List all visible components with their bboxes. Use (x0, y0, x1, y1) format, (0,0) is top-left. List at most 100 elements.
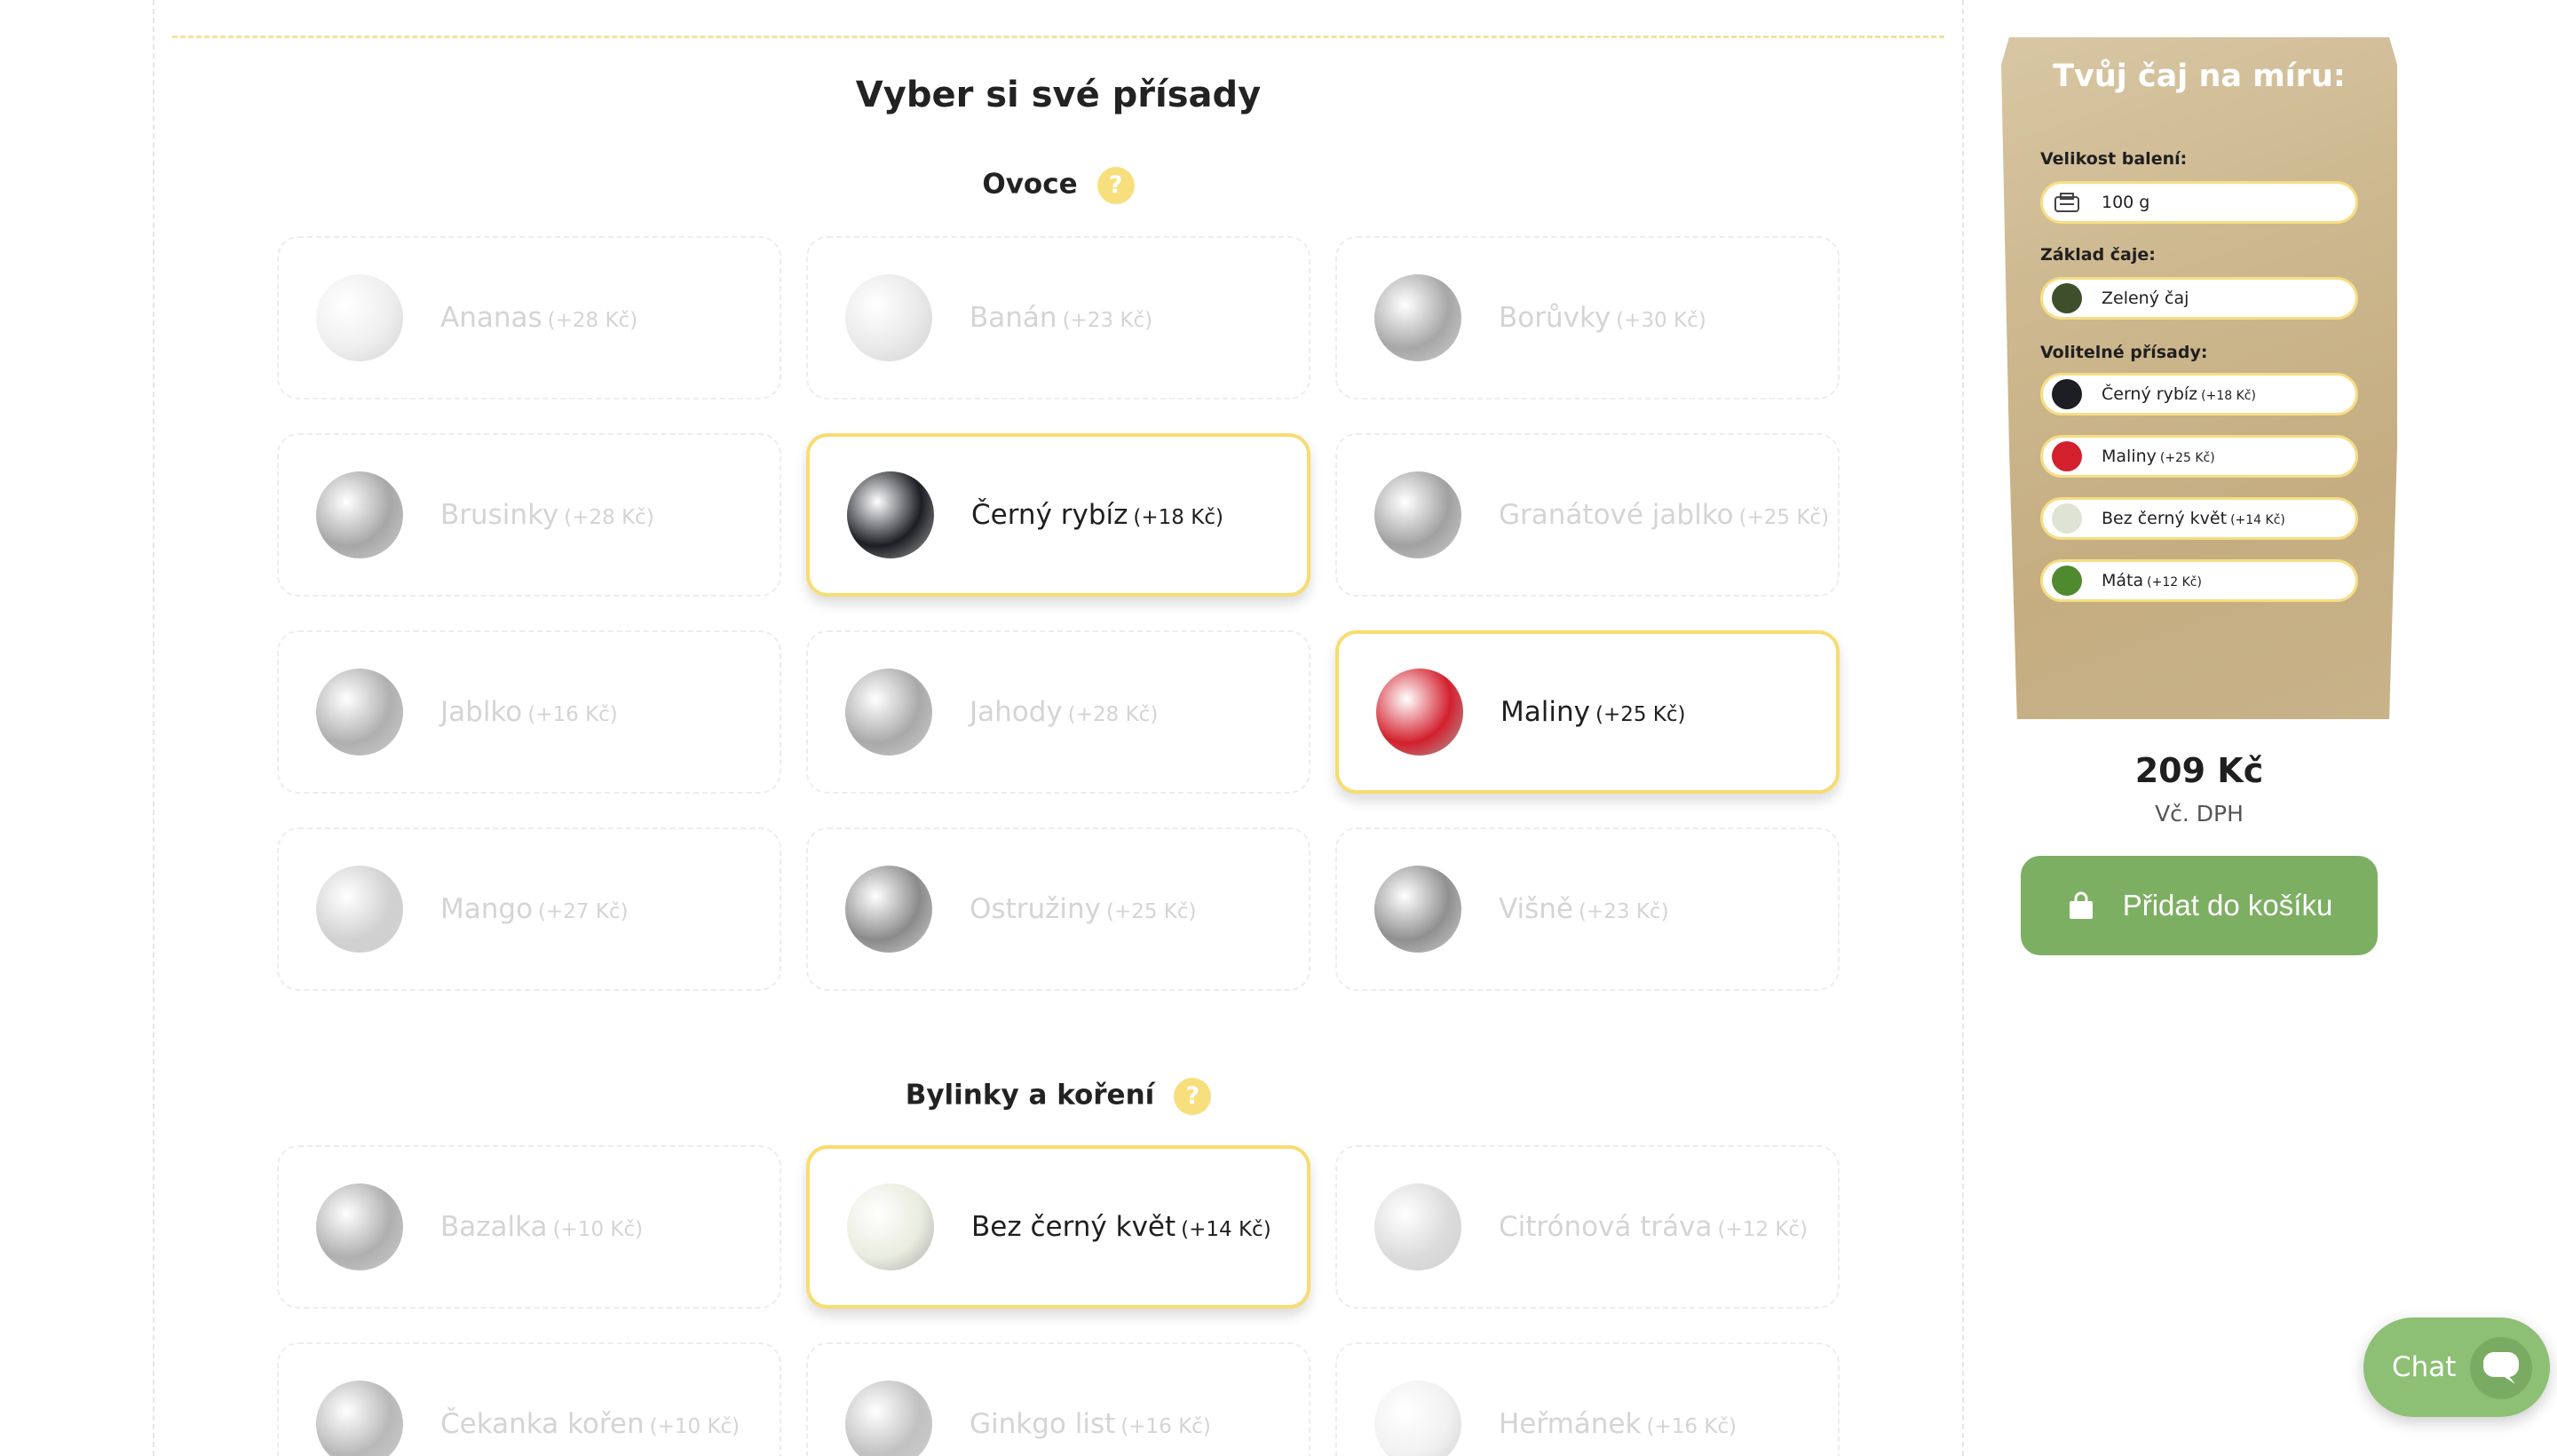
ingredient-price: (+28 Kč) (547, 309, 638, 332)
add-to-cart-label: Přidat do košíku (2122, 889, 2333, 922)
section-title: Vyber si své přísady (855, 75, 1262, 115)
ingredient-card-banan[interactable]: Banán (+23 Kč) (806, 236, 1310, 400)
extra-pill-maliny: Maliny (+25 Kč) (2040, 435, 2358, 478)
ingredient-label: Černý rybíz (+18 Kč) (971, 499, 1223, 531)
ingredient-card-ananas[interactable]: Ananas (+28 Kč) (277, 236, 781, 400)
ingredient-price: (+23 Kč) (1579, 900, 1669, 923)
ingredient-label: Heřmánek (+16 Kč) (1499, 1408, 1737, 1440)
cerny-rybiz-icon (847, 471, 934, 558)
ingredient-card-cerny-rybiz[interactable]: Černý rybíz (+18 Kč) (806, 433, 1310, 597)
banan-icon (845, 274, 932, 361)
ingredient-name: Bazalka (440, 1211, 548, 1243)
ingredient-name: Heřmánek (1499, 1408, 1642, 1440)
ingredient-name: Ginkgo list (970, 1408, 1116, 1440)
ingredient-card-jahody[interactable]: Jahody (+28 Kč) (806, 630, 1310, 794)
ingredient-name: Brusinky (440, 499, 559, 531)
extra-pill-mata: Máta (+12 Kč) (2040, 559, 2358, 602)
size-label: Velikost balení: (2040, 149, 2188, 169)
ingredient-name: Čekanka kořen (440, 1408, 645, 1440)
ingredient-name: Černý rybíz (971, 499, 1128, 531)
ingredient-label: Ananas (+28 Kč) (440, 302, 637, 334)
scale-icon (2052, 189, 2082, 216)
extra-price: (+12 Kč) (2147, 575, 2202, 590)
extra-price: (+18 Kč) (2201, 389, 2256, 403)
ingredient-name: Granátové jablko (1499, 499, 1734, 531)
ingredient-label: Brusinky (+28 Kč) (440, 499, 654, 531)
ingredient-name: Jablko (440, 696, 523, 728)
extra-label: Maliny (+25 Kč) (2102, 447, 2215, 466)
ingredient-card-visne[interactable]: Višně (+23 Kč) (1335, 827, 1840, 991)
add-to-cart-button[interactable]: Přidat do košíku (2021, 856, 2378, 955)
ingredient-price: (+30 Kč) (1616, 309, 1706, 332)
ingredient-name: Borůvky (1499, 302, 1611, 334)
ananas-icon (316, 274, 403, 361)
jablko-icon (316, 669, 403, 756)
ingredient-card-jablko[interactable]: Jablko (+16 Kč) (277, 630, 781, 794)
extra-price: (+14 Kč) (2230, 513, 2285, 527)
ingredient-price: (+23 Kč) (1062, 309, 1153, 332)
base-value: Zelený čaj (2102, 289, 2189, 308)
ingredient-name: Ostružiny (970, 893, 1101, 925)
maliny-icon (1376, 669, 1463, 756)
ingredient-card-bez-cerny-kvet[interactable]: Bez černý květ (+14 Kč) (806, 1145, 1310, 1309)
ingredient-card-brusinky[interactable]: Brusinky (+28 Kč) (277, 433, 781, 597)
ingredient-price: (+25 Kč) (1105, 900, 1197, 923)
cekanka-koren-icon (316, 1381, 403, 1456)
chat-label: Chat (2392, 1351, 2457, 1383)
ingredient-name: Mango (440, 893, 534, 925)
boruvky-icon (1374, 274, 1461, 361)
category-name: Bylinky a koření (905, 1079, 1155, 1112)
ingredient-price: (+27 Kč) (538, 900, 629, 923)
ingredient-card-bazalka[interactable]: Bazalka (+10 Kč) (277, 1145, 781, 1309)
ginkgo-list-icon (845, 1381, 932, 1456)
ingredient-card-boruvky[interactable]: Borůvky (+30 Kč) (1335, 236, 1840, 400)
ingredient-card-hermanek[interactable]: Heřmánek (+16 Kč) (1335, 1342, 1840, 1456)
ingredient-price: (+25 Kč) (1595, 703, 1686, 726)
fruit-grid: Ananas (+28 Kč) Banán (+23 Kč) Borůvky (+30 K… (277, 236, 1840, 991)
hermanek-icon (1374, 1381, 1461, 1456)
bez-cerny-kvet-icon (847, 1183, 934, 1270)
pouch-title: Tvůj čaj na míru: (2053, 59, 2346, 94)
visne-icon (1374, 866, 1461, 953)
herbs-grid: Bazalka (+10 Kč) Bez černý květ (+14 Kč) Cit… (277, 1145, 1840, 1456)
tea-pouch-summary: Tvůj čaj na míru: Velikost balení: 100 g… (2001, 37, 2397, 719)
help-icon[interactable]: ? (1174, 1078, 1212, 1115)
ingredient-card-maliny[interactable]: Maliny (+25 Kč) (1335, 630, 1840, 794)
ingredient-card-citronova-trava[interactable]: Citrónová tráva (+12 Kč) (1335, 1145, 1840, 1309)
extra-pill-bez-cerny-kvet: Bez černý květ (+14 Kč) (2040, 497, 2358, 540)
cerny-rybiz-icon (2052, 379, 2082, 409)
size-value: 100 g (2102, 193, 2150, 212)
extra-price: (+25 Kč) (2159, 451, 2215, 465)
help-icon[interactable]: ? (1096, 167, 1135, 204)
bez-cerny-kvet-icon (2052, 503, 2082, 534)
jahody-icon (845, 669, 932, 756)
size-pill: 100 g (2040, 181, 2358, 224)
ingredient-label: Jahody (+28 Kč) (970, 696, 1158, 728)
mango-icon (316, 866, 403, 953)
ingredient-price: (+25 Kč) (1738, 506, 1830, 529)
ingredient-label: Čekanka kořen (+10 Kč) (440, 1408, 740, 1440)
ingredient-card-cekanka-koren[interactable]: Čekanka kořen (+10 Kč) (277, 1342, 781, 1456)
extra-label: Bez černý květ (+14 Kč) (2102, 509, 2285, 528)
ingredient-card-ostruziny[interactable]: Ostružiny (+25 Kč) (806, 827, 1310, 991)
category-heading-fruit: Ovoce? (154, 167, 1962, 204)
ingredient-name: Višně (1499, 893, 1574, 925)
ingredient-label: Borůvky (+30 Kč) (1499, 302, 1706, 334)
ingredient-label: Ginkgo list (+16 Kč) (970, 1408, 1211, 1440)
ingredient-card-granatove-jablko[interactable]: Granátové jablko (+25 Kč) (1335, 433, 1840, 597)
chat-button[interactable]: Chat (2363, 1318, 2550, 1417)
ingredient-label: Jablko (+16 Kč) (440, 696, 618, 728)
ingredient-label: Ostružiny (+25 Kč) (970, 893, 1197, 925)
category-heading-herbs: Bylinky a koření? (154, 1078, 1962, 1115)
extra-name: Máta (2102, 571, 2144, 590)
ingredient-label: Bez černý květ (+14 Kč) (971, 1211, 1271, 1243)
ingredient-name: Ananas (440, 302, 542, 334)
ingredient-name: Bez černý květ (971, 1211, 1176, 1243)
ostruziny-icon (845, 866, 932, 953)
ingredient-name: Citrónová tráva (1499, 1211, 1713, 1243)
ingredient-card-ginkgo-list[interactable]: Ginkgo list (+16 Kč) (806, 1342, 1310, 1456)
ingredient-label: Maliny (+25 Kč) (1500, 696, 1686, 728)
maliny-icon (2052, 441, 2082, 471)
ingredient-price: (+28 Kč) (1067, 703, 1159, 726)
ingredient-card-mango[interactable]: Mango (+27 Kč) (277, 827, 781, 991)
